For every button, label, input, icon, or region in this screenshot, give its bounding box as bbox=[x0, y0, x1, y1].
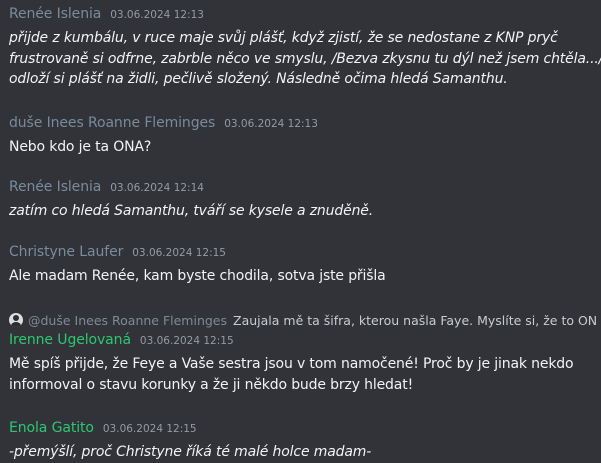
timestamp[interactable]: 03.06.2024 12:14 bbox=[110, 182, 204, 194]
message-line: odloží si plášť na židli, pečlivě složen… bbox=[9, 71, 508, 87]
author-name[interactable]: Renée Islenia bbox=[9, 179, 101, 195]
author-name[interactable]: duše Inees Roanne Fleminges bbox=[9, 115, 215, 131]
message: duše Inees Roanne Fleminges 03.06.2024 1… bbox=[9, 115, 597, 158]
message: Irenne Ugelovaná 03.06.2024 12:15 Mě spí… bbox=[9, 332, 597, 395]
chat-log: Renée Islenia 03.06.2024 12:13 přijde z … bbox=[0, 0, 601, 463]
timestamp[interactable]: 03.06.2024 12:13 bbox=[110, 9, 204, 21]
message: Renée Islenia 03.06.2024 12:14 zatím co … bbox=[9, 179, 597, 222]
message: Christyne Laufer 03.06.2024 12:15 Ale ma… bbox=[9, 244, 597, 287]
message: Enola Gatito 03.06.2024 12:15 -přemýšlí,… bbox=[9, 420, 597, 463]
message-header: Irenne Ugelovaná 03.06.2024 12:15 bbox=[9, 332, 597, 354]
message-line: přijde z kumbálu, v ruce maje svůj plášť… bbox=[9, 30, 558, 46]
message-line: frustrovaně si odfrne, zabrble něco ve s… bbox=[9, 50, 601, 67]
author-name[interactable]: Enola Gatito bbox=[9, 420, 94, 436]
timestamp[interactable]: 03.06.2024 12:15 bbox=[103, 423, 197, 435]
reply-snippet[interactable]: Zaujala mě ta šifra, kterou našla Faye. … bbox=[233, 313, 597, 328]
message-line: Nebo kdo je ta ONA? bbox=[9, 139, 152, 155]
message-header: Enola Gatito 03.06.2024 12:15 bbox=[9, 420, 597, 442]
reply-author[interactable]: @duše Inees Roanne Fleminges bbox=[28, 313, 227, 328]
author-name[interactable]: Irenne Ugelovaná bbox=[9, 332, 131, 348]
author-name[interactable]: Christyne Laufer bbox=[9, 244, 123, 260]
timestamp[interactable]: 03.06.2024 12:13 bbox=[224, 118, 318, 130]
message-header: Renée Islenia 03.06.2024 12:14 bbox=[9, 179, 597, 201]
timestamp[interactable]: 03.06.2024 12:15 bbox=[132, 247, 226, 259]
author-name[interactable]: Renée Islenia bbox=[9, 6, 101, 22]
reply-avatar-icon bbox=[9, 313, 23, 327]
message: Renée Islenia 03.06.2024 12:13 přijde z … bbox=[9, 6, 601, 90]
message-header: Renée Islenia 03.06.2024 12:13 bbox=[9, 6, 597, 28]
message-line: zatím co hledá Samanthu, tváří se kysele… bbox=[9, 203, 374, 219]
reply-preview[interactable]: @duše Inees Roanne Fleminges Zaujala mě … bbox=[9, 310, 597, 330]
message-line: Mě spíš přijde, že Feye a Vaše sestra js… bbox=[9, 356, 574, 372]
timestamp[interactable]: 03.06.2024 12:15 bbox=[140, 335, 234, 347]
message-line: informoval o stavu korunky a že ji někdo… bbox=[9, 376, 414, 393]
message-line: Ale madam Renée, kam byste chodila, sotv… bbox=[9, 268, 386, 284]
message-header: duše Inees Roanne Fleminges 03.06.2024 1… bbox=[9, 115, 597, 137]
message-header: Christyne Laufer 03.06.2024 12:15 bbox=[9, 244, 597, 266]
message-line: -přemýšlí, proč Christyne říká té malé h… bbox=[9, 444, 372, 460]
